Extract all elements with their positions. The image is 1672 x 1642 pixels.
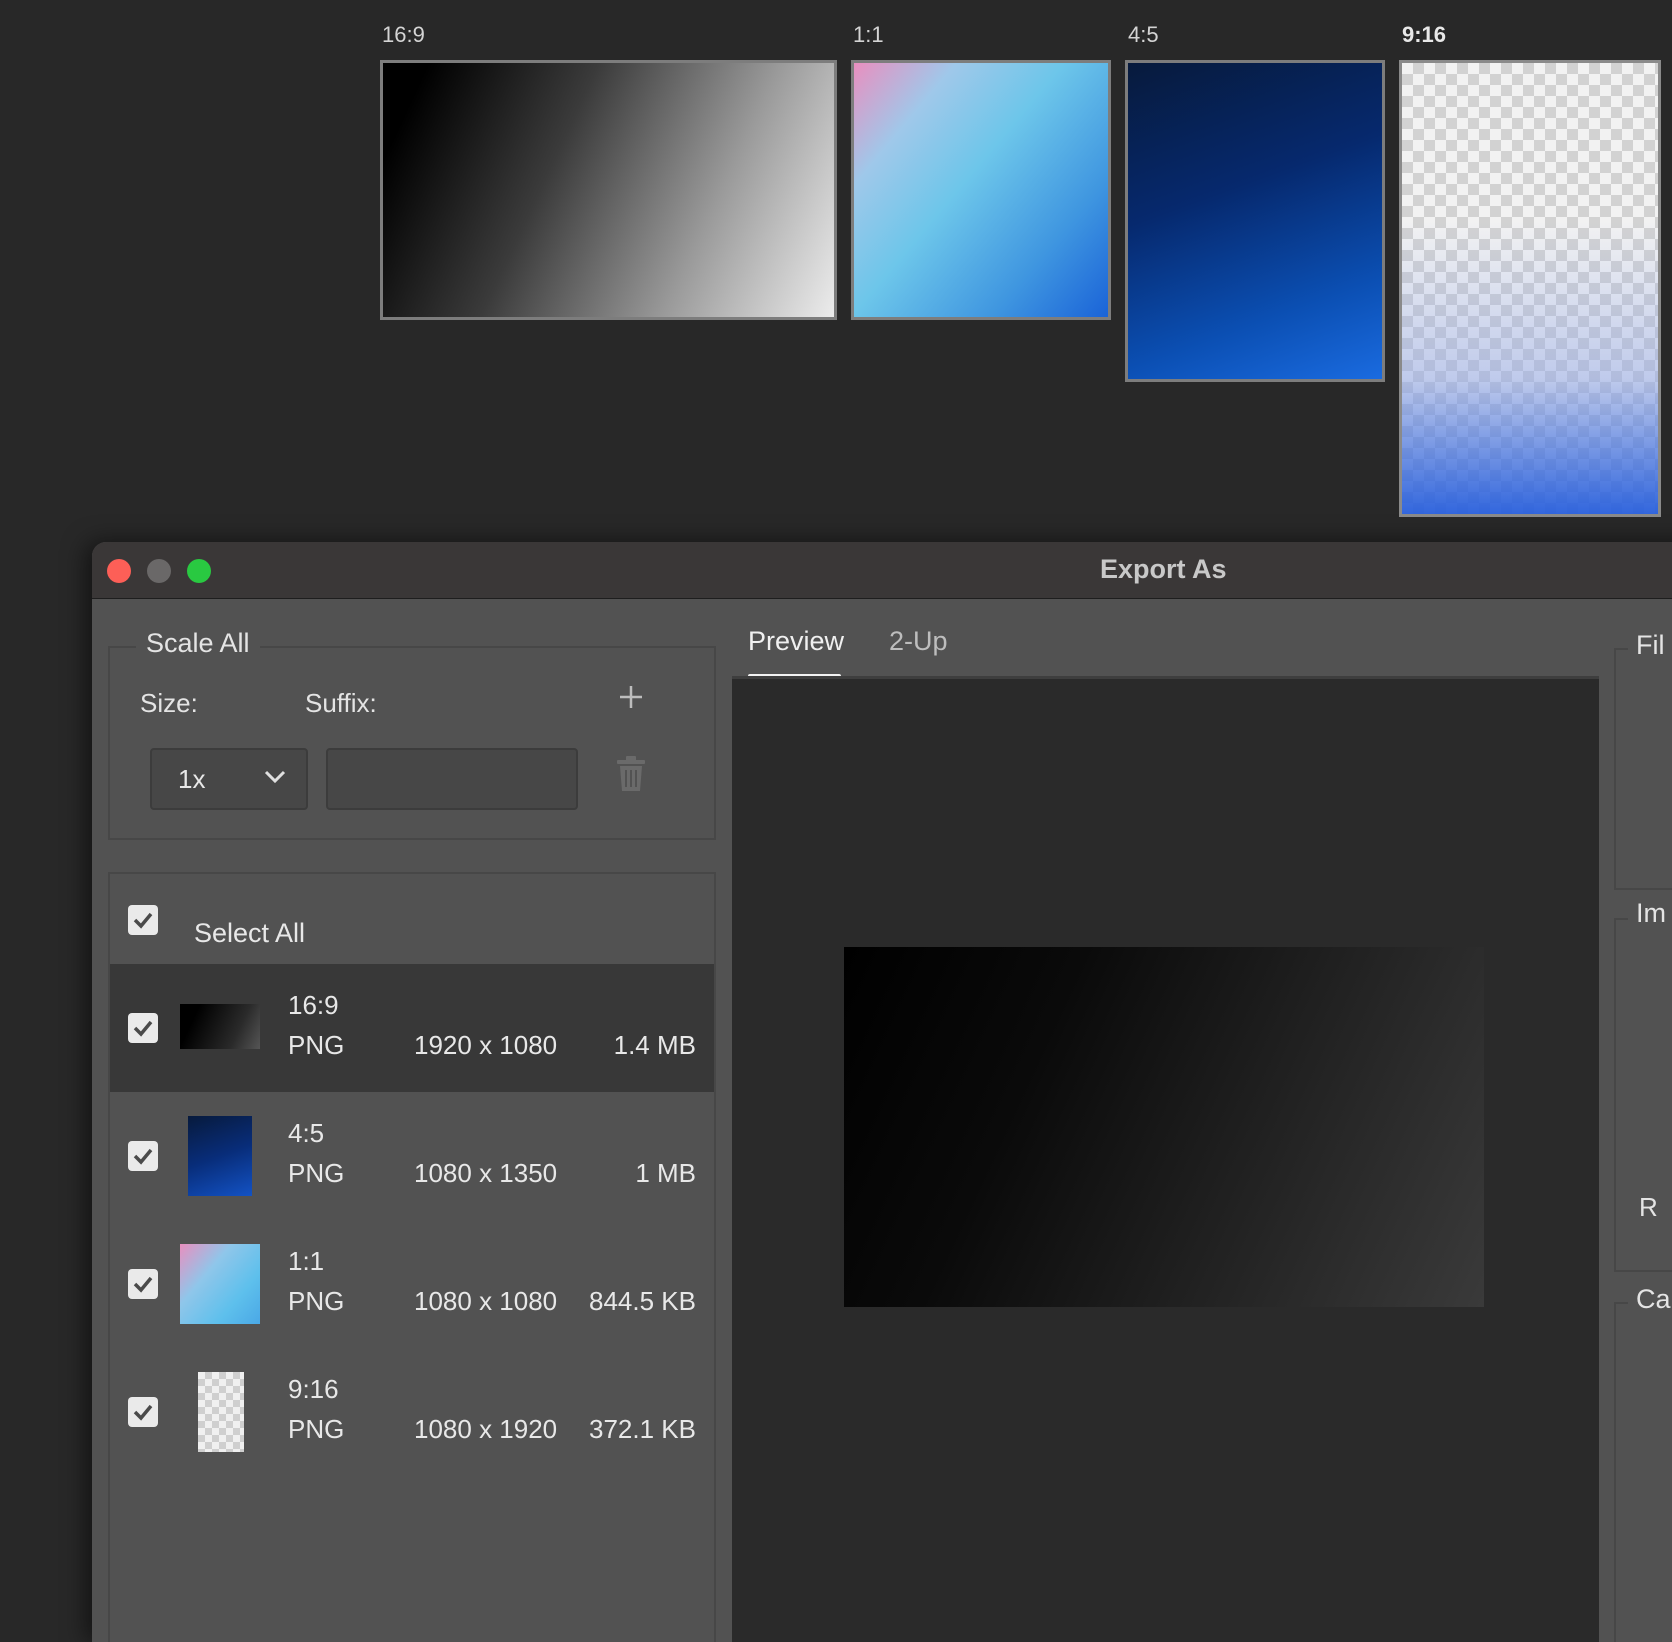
select-all-label[interactable]: Select All (194, 918, 305, 949)
asset-name: 4:5 (288, 1118, 325, 1148)
asset-dimensions: 1920 x 1080 (414, 1030, 558, 1060)
asset-format: PNG (288, 1030, 345, 1060)
artboard-1-1[interactable] (851, 60, 1111, 320)
asset-name: 1:1 (288, 1246, 325, 1276)
artboard-9-16[interactable] (1399, 60, 1661, 517)
asset-row-16-9[interactable]: 16:9 PNG 1920 x 1080 1.4 MB (110, 964, 714, 1092)
asset-name: 9:16 (288, 1374, 339, 1404)
checkmark-icon (133, 1404, 153, 1421)
artboard-16-9[interactable] (380, 60, 837, 320)
asset-file-size: 1.4 MB (613, 1030, 696, 1060)
scale-all-group (108, 646, 716, 840)
artboard-label-9-16: 9:16 (1402, 22, 1447, 47)
asset-file-size: 372.1 KB (589, 1414, 696, 1444)
checkmark-icon (133, 1020, 153, 1037)
scale-all-legend: Scale All (136, 628, 260, 659)
canvas-size-group (1614, 1302, 1672, 1642)
artboard-4-5[interactable] (1125, 60, 1385, 382)
asset-format: PNG (288, 1286, 345, 1316)
asset-checkbox[interactable] (128, 1397, 158, 1427)
asset-dimensions: 1080 x 1080 (414, 1286, 558, 1316)
minimize-window-button[interactable] (147, 559, 171, 583)
artboard-label-4-5: 4:5 (1128, 22, 1159, 47)
plus-icon[interactable] (618, 684, 644, 715)
suffix-input[interactable] (326, 748, 578, 810)
asset-format: PNG (288, 1158, 345, 1188)
preview-image (844, 947, 1484, 1307)
asset-checkbox[interactable] (128, 1269, 158, 1299)
asset-name: 16:9 (288, 990, 339, 1020)
asset-row-9-16[interactable]: 9:16 PNG 1080 x 1920 372.1 KB (110, 1348, 714, 1476)
close-window-button[interactable] (107, 559, 131, 583)
dialog-title: Export As (1100, 554, 1227, 584)
image-size-legend: Im (1628, 898, 1672, 929)
checkmark-icon (133, 1276, 153, 1293)
asset-dimensions: 1080 x 1350 (414, 1158, 558, 1188)
file-settings-group (1614, 648, 1672, 890)
artboard-label-16-9: 16:9 (382, 22, 425, 47)
artboard-label-1-1: 1:1 (853, 22, 884, 47)
checkmark-icon (133, 912, 153, 929)
size-select[interactable]: 1x (150, 748, 308, 810)
tab-preview[interactable]: Preview (748, 626, 844, 657)
asset-thumbnail (198, 1372, 244, 1452)
asset-file-size: 844.5 KB (589, 1286, 696, 1316)
checkmark-icon (133, 1148, 153, 1165)
asset-list: Select All 16:9 PNG 1920 x 1080 1.4 MB 4… (108, 872, 716, 1642)
asset-format: PNG (288, 1414, 345, 1444)
suffix-label: Suffix: (305, 688, 377, 718)
asset-checkbox[interactable] (128, 1013, 158, 1043)
select-all-checkbox[interactable] (128, 905, 158, 935)
asset-thumbnail (188, 1116, 252, 1196)
asset-thumbnail (180, 1244, 260, 1324)
asset-row-4-5[interactable]: 4:5 PNG 1080 x 1350 1 MB (110, 1092, 714, 1220)
asset-dimensions: 1080 x 1920 (414, 1414, 558, 1444)
title-bar[interactable]: Export As (92, 542, 1672, 599)
asset-checkbox[interactable] (128, 1141, 158, 1171)
trash-icon[interactable] (616, 756, 646, 797)
export-as-dialog: Export As Scale All Size: Suffix: 1x Sel… (92, 542, 1672, 1642)
resample-label: R (1639, 1192, 1658, 1222)
asset-file-size: 1 MB (635, 1158, 696, 1188)
file-settings-legend: Fil (1628, 630, 1672, 661)
asset-thumbnail (180, 1004, 260, 1049)
chevron-down-icon (264, 770, 286, 789)
size-select-value: 1x (178, 764, 206, 794)
canvas-size-legend: Ca (1628, 1284, 1672, 1315)
tab-2-up[interactable]: 2-Up (889, 626, 948, 657)
size-label: Size: (140, 688, 198, 718)
asset-row-1-1[interactable]: 1:1 PNG 1080 x 1080 844.5 KB (110, 1220, 714, 1348)
maximize-window-button[interactable] (187, 559, 211, 583)
preview-area[interactable] (732, 676, 1599, 1642)
